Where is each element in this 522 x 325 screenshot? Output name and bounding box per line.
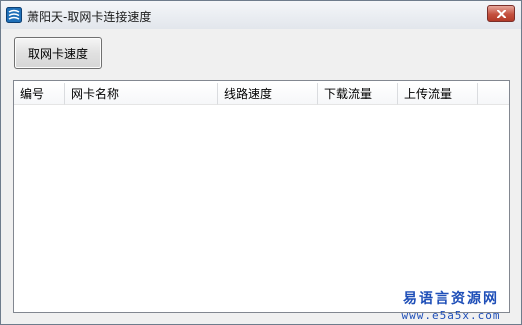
column-header-nic-name[interactable]: 网卡名称 (65, 83, 218, 105)
app-window: 萧阳天-取网卡连接速度 取网卡速度 编号 网卡名称 线路速度 下载流量 上传流量… (0, 0, 522, 325)
column-header-filler (478, 83, 509, 105)
watermark-brand: 易语言资源网 (403, 291, 499, 307)
column-header-download[interactable]: 下载流量 (318, 83, 398, 105)
column-header-upload[interactable]: 上传流量 (398, 83, 478, 105)
close-icon (497, 10, 506, 18)
get-nic-speed-button[interactable]: 取网卡速度 (14, 37, 102, 69)
close-button[interactable] (487, 5, 515, 22)
app-logo-icon (6, 7, 22, 23)
title-bar[interactable]: 萧阳天-取网卡连接速度 (1, 1, 521, 29)
column-header-line-speed[interactable]: 线路速度 (218, 83, 318, 105)
nic-list-view[interactable]: 编号 网卡名称 线路速度 下载流量 上传流量 (13, 80, 510, 313)
list-body[interactable] (14, 105, 509, 312)
list-header: 编号 网卡名称 线路速度 下载流量 上传流量 (14, 83, 509, 105)
column-header-id[interactable]: 编号 (14, 83, 65, 105)
watermark-url: www.e5a5x.com (401, 309, 501, 322)
watermark: 易语言资源网 www.e5a5x.com (386, 288, 516, 322)
window-title: 萧阳天-取网卡连接速度 (27, 10, 152, 24)
